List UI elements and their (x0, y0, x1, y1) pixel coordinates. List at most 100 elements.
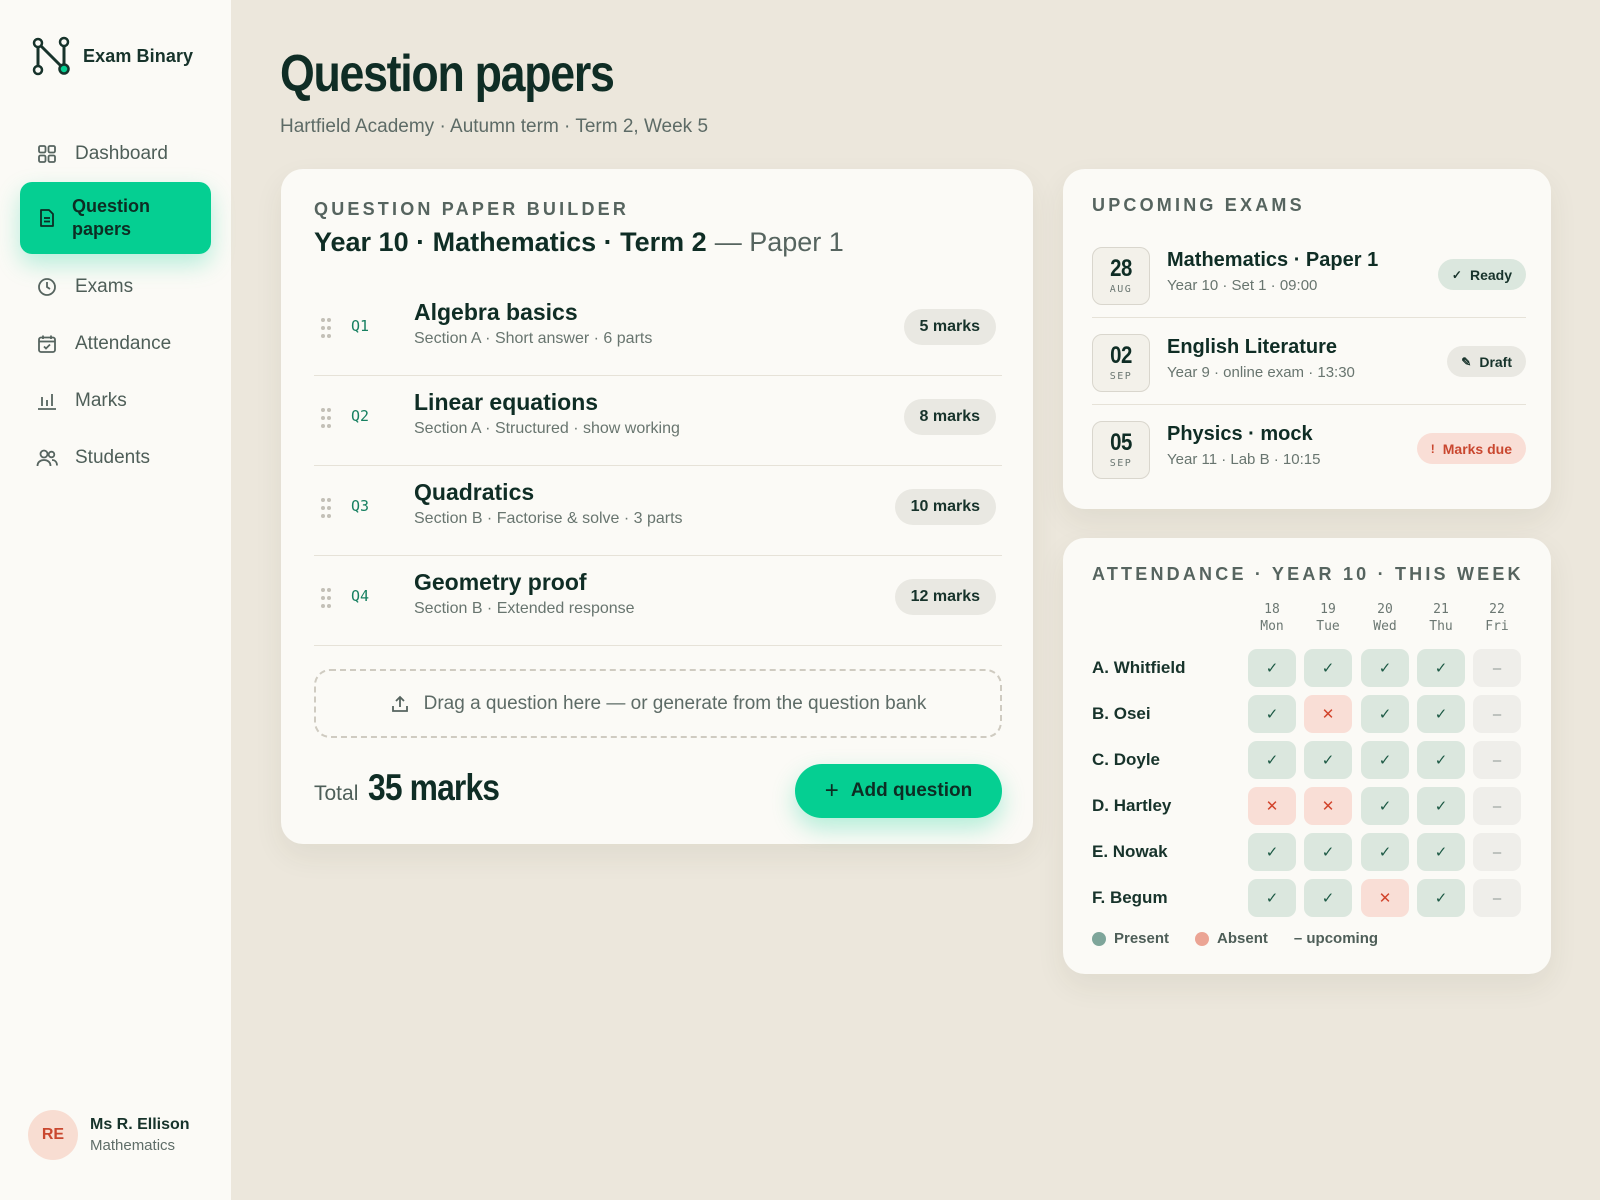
attendance-cell-upcoming[interactable]: – (1473, 879, 1521, 917)
attendance-cell-upcoming[interactable]: – (1473, 741, 1521, 779)
attendance-cell-absent[interactable]: ✕ (1361, 879, 1409, 917)
exam-day: 05 (1110, 429, 1132, 456)
avatar: RE (28, 1110, 78, 1160)
nav-item-attendance[interactable]: Attendance (20, 315, 211, 372)
nav-item-marks[interactable]: Marks (20, 372, 211, 429)
exam-meta: Year 11 · Lab B · 10:15 (1167, 451, 1321, 468)
attendance-cell-present[interactable]: ✓ (1248, 695, 1296, 733)
legend-absent-label: Absent (1217, 930, 1268, 947)
question-row[interactable]: Q3 Quadratics Section B · Factorise & so… (314, 466, 1002, 556)
nav-item-question-papers[interactable]: Question papers (20, 182, 211, 254)
absent-dot (1195, 931, 1210, 946)
drag-handle-icon[interactable] (320, 497, 332, 519)
student-name: A. Whitfield (1092, 658, 1186, 677)
exam-item[interactable]: 05 SEP Physics · mock Year 11 · Lab B · … (1092, 405, 1526, 492)
attendance-cell-present[interactable]: ✓ (1417, 741, 1465, 779)
exam-title: Physics · mock (1167, 423, 1313, 445)
student-name: C. Doyle (1092, 750, 1161, 769)
attendance-cell-present[interactable]: ✓ (1417, 879, 1465, 917)
attendance-legend: Present Absent – upcoming (1092, 930, 1404, 947)
question-title: Algebra basics (414, 299, 578, 325)
attendance-cell-present[interactable]: ✓ (1361, 833, 1409, 871)
nav-label: Dashboard (75, 142, 168, 164)
grid-icon (36, 143, 58, 165)
exam-date: 05 SEP (1092, 421, 1150, 479)
day-dow: Wed (1373, 619, 1397, 634)
attendance-cell-present[interactable]: ✓ (1248, 833, 1296, 871)
attendance-cell-present[interactable]: ✓ (1417, 787, 1465, 825)
attendance-cell-absent[interactable]: ✕ (1248, 787, 1296, 825)
brand[interactable]: Exam Binary (31, 36, 193, 76)
drag-handle-icon[interactable] (320, 317, 332, 339)
builder-kicker: QUESTION PAPER BUILDER (314, 199, 630, 219)
question-number: Q1 (351, 317, 370, 335)
legend-present: Present (1092, 930, 1169, 947)
drag-handle-icon[interactable] (320, 407, 332, 429)
attendance-cell-upcoming[interactable]: – (1473, 787, 1521, 825)
attendance-cell-present[interactable]: ✓ (1361, 695, 1409, 733)
user-profile[interactable]: RE Ms R. Ellison Mathematics (28, 1110, 190, 1160)
attendance-cell-present[interactable]: ✓ (1361, 649, 1409, 687)
attendance-cell-present[interactable]: ✓ (1417, 695, 1465, 733)
question-title: Geometry proof (414, 569, 587, 595)
day-date: 20 (1377, 602, 1393, 617)
nav-label: Marks (75, 389, 127, 411)
attendance-cell-present[interactable]: ✓ (1248, 741, 1296, 779)
exam-title: English Literature (1167, 336, 1338, 358)
attendance-cell-present[interactable]: ✓ (1248, 649, 1296, 687)
attendance-cell-present[interactable]: ✓ (1304, 741, 1352, 779)
attendance-cell-upcoming[interactable]: – (1473, 695, 1521, 733)
drag-handle-icon[interactable] (320, 587, 332, 609)
question-row[interactable]: Q1 Algebra basics Section A · Short answ… (314, 286, 1002, 376)
marks-badge: 12 marks (894, 579, 996, 615)
day-header: 20 Wed (1361, 601, 1409, 635)
nav-item-students[interactable]: Students (20, 429, 211, 486)
nav-label: Question papers (72, 196, 151, 239)
exam-month: SEP (1109, 371, 1133, 382)
paper-label: — Paper 1 (714, 227, 844, 257)
student-name: E. Nowak (1092, 842, 1168, 861)
exam-item[interactable]: 28 AUG Mathematics · Paper 1 Year 10 · S… (1092, 231, 1526, 318)
question-number: Q3 (351, 497, 370, 515)
nav-item-dashboard[interactable]: Dashboard (20, 125, 211, 182)
add-question-button[interactable]: + Add question (795, 764, 1002, 818)
day-header: 19 Tue (1304, 601, 1352, 635)
exam-title: Mathematics · Paper 1 (1167, 249, 1379, 271)
attendance-cell-present[interactable]: ✓ (1304, 879, 1352, 917)
attendance-cell-present[interactable]: ✓ (1361, 741, 1409, 779)
student-name: D. Hartley (1092, 796, 1172, 815)
attendance-cell-present[interactable]: ✓ (1417, 649, 1465, 687)
nav-item-exams[interactable]: Exams (20, 258, 211, 315)
attendance-cell-present[interactable]: ✓ (1304, 649, 1352, 687)
dropzone-label: Drag a question here — or generate from … (423, 692, 927, 714)
day-date: 18 (1264, 602, 1280, 617)
attendance-cell-present[interactable]: ✓ (1248, 879, 1296, 917)
question-dropzone[interactable]: Drag a question here — or generate from … (314, 669, 1002, 738)
status-badge: ✎ Draft (1447, 346, 1526, 377)
sidebar: Exam Binary Dashboard Question papers Ex… (0, 0, 231, 1200)
attendance-cell-absent[interactable]: ✕ (1304, 695, 1352, 733)
attendance-cell-present[interactable]: ✓ (1417, 833, 1465, 871)
legend-upcoming-label: – upcoming (1293, 930, 1379, 947)
page-subtitle: Hartfield Academy · Autumn term · Term 2… (280, 116, 709, 137)
status-label: Draft (1479, 353, 1512, 370)
attendance-cell-upcoming[interactable]: – (1473, 833, 1521, 871)
question-row[interactable]: Q2 Linear equations Section A · Structur… (314, 376, 1002, 466)
legend-present-label: Present (1114, 930, 1170, 947)
day-dow: Fri (1485, 619, 1509, 634)
day-dow: Tue (1316, 619, 1340, 634)
users-icon (36, 447, 58, 469)
attendance-cell-upcoming[interactable]: – (1473, 649, 1521, 687)
attendance-cell-present[interactable]: ✓ (1304, 833, 1352, 871)
user-role: Mathematics (90, 1137, 176, 1154)
attendance-cell-absent[interactable]: ✕ (1304, 787, 1352, 825)
total-value: 35 marks (368, 767, 500, 808)
exam-day: 28 (1110, 255, 1132, 282)
exam-item[interactable]: 02 SEP English Literature Year 9 · onlin… (1092, 318, 1526, 405)
question-row[interactable]: Q4 Geometry proof Section B · Extended r… (314, 556, 1002, 646)
status-label: Marks due (1442, 440, 1512, 457)
attendance-cell-present[interactable]: ✓ (1361, 787, 1409, 825)
user-name: Ms R. Ellison (90, 1116, 190, 1133)
student-name: B. Osei (1092, 704, 1151, 723)
exam-meta: Year 10 · Set 1 · 09:00 (1167, 277, 1318, 294)
